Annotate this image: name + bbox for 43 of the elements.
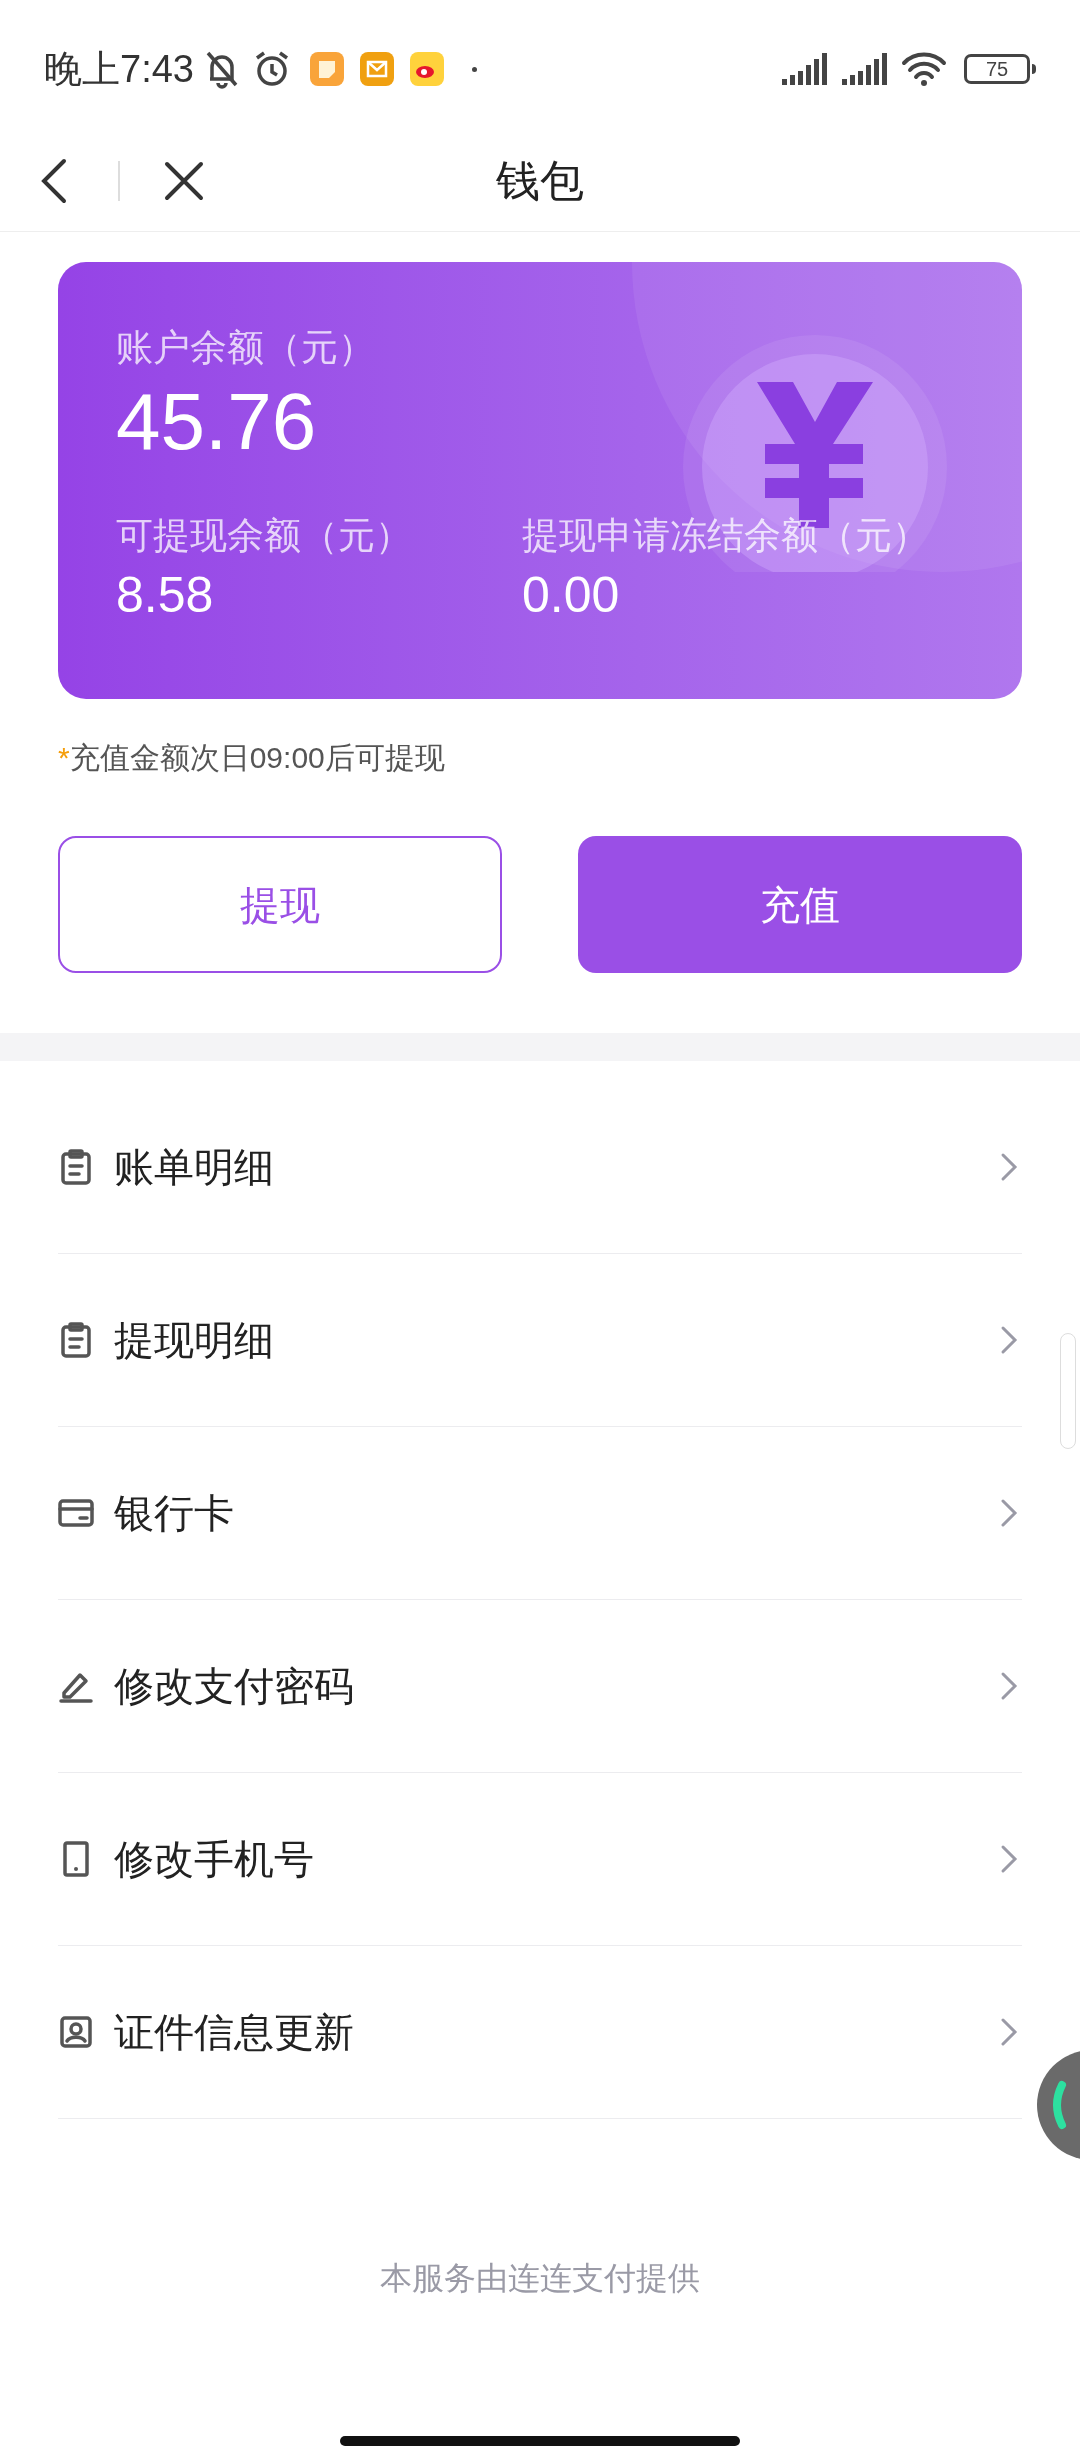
withdrawable-amount: 8.58 [116,566,215,625]
chevron-right-icon [1000,1844,1018,1874]
back-icon[interactable] [40,156,68,205]
status-time: 晚上7:43 [44,46,194,92]
withdraw-button[interactable]: 提现 [58,836,502,973]
recharge-note: *充值金额次日09:00后可提现 [58,741,445,774]
frozen-amount: 0.00 [522,566,621,625]
menu-item[interactable]: 银行卡 [58,1427,1022,1600]
chevron-right-icon [1000,1498,1018,1528]
page-title: 钱包 [496,154,584,207]
menu-item[interactable]: 修改手机号 [58,1773,1022,1946]
footer-note: 本服务由连连支付提供 [380,2259,700,2298]
menu-label: 修改支付密码 [114,1663,354,1710]
signal-icon [840,51,890,87]
menu-label: 银行卡 [114,1490,234,1537]
chevron-right-icon [1000,1671,1018,1701]
notes-app-icon [309,52,344,86]
chevron-right-icon [1000,2017,1018,2047]
balance-amount: 45.76 [116,375,318,468]
menu-label: 账单明细 [114,1144,274,1191]
menu-item[interactable]: 证件信息更新 [58,1946,1022,2119]
mail-app-icon [359,52,394,86]
clipboard-icon [60,1149,92,1185]
recharge-button[interactable]: 充值 [578,836,1022,973]
balance-label: 账户余额（元） [116,326,376,370]
frozen-label: 提现申请冻结余额（元） [522,513,930,558]
clipboard-icon [60,1322,92,1358]
menu-item[interactable]: 提现明细 [58,1254,1022,1427]
chevron-right-icon [1000,1325,1018,1355]
menu-item[interactable]: 账单明细 [58,1081,1022,1254]
withdrawable-label: 可提现余额（元） [116,513,413,558]
menu-label: 修改手机号 [114,1836,314,1883]
menu-label: 证件信息更新 [114,2009,354,2056]
menu-item[interactable]: 修改支付密码 [58,1600,1022,1773]
wifi-icon [900,51,948,87]
phone-icon [62,1841,90,1877]
id-card-icon [60,2016,92,2048]
card-icon [58,1499,94,1527]
close-icon[interactable] [164,160,204,201]
floating-assistant-icon[interactable] [1034,2050,1080,2160]
signal-icon [780,51,830,87]
menu-label: 提现明细 [114,1317,274,1364]
chevron-right-icon [1000,1152,1018,1182]
